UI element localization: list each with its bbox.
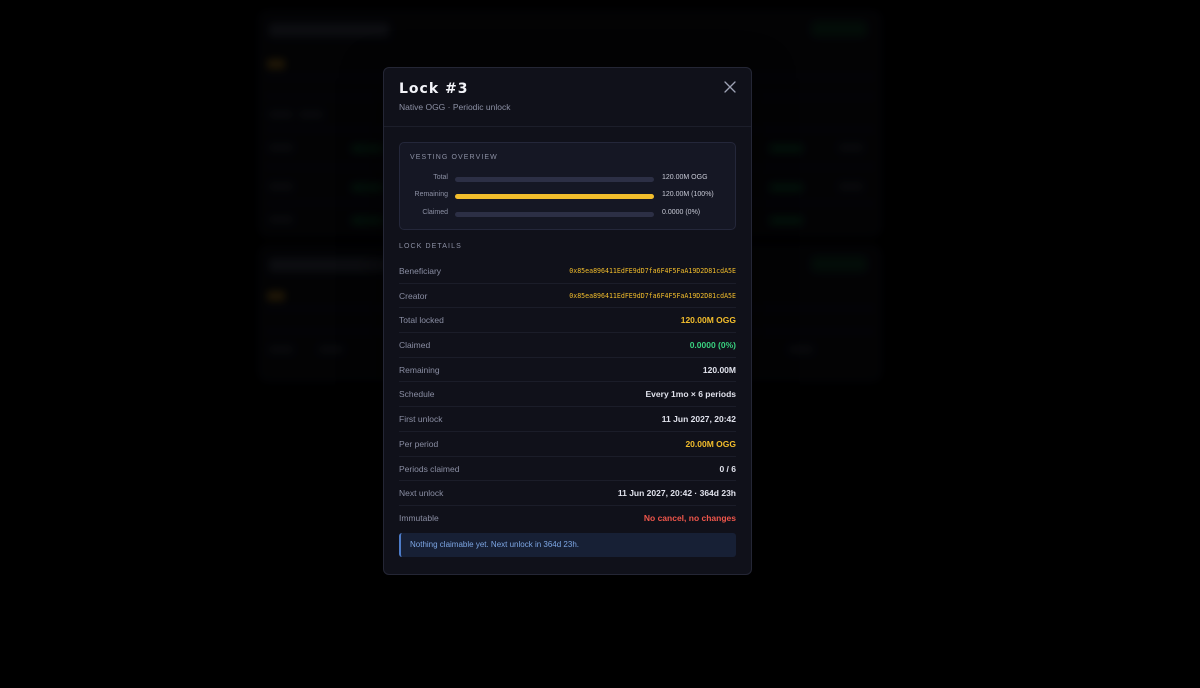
detail-key: Creator xyxy=(399,290,428,301)
overview-row-label: Claimed xyxy=(422,209,448,216)
detail-row: Beneficiary 0x85ea896411EdFE9dD7fa6F4F5Fa… xyxy=(399,259,736,284)
detail-key: Per period xyxy=(399,438,439,449)
detail-key: Total locked xyxy=(399,315,444,326)
vesting-overview: VESTING OVERVIEW Total 120.00M OGG Remai… xyxy=(399,142,736,230)
detail-value: 11 Jun 2027, 20:42 xyxy=(661,414,736,425)
detail-value: No cancel, no changes xyxy=(643,512,736,523)
vesting-overview-label: VESTING OVERVIEW xyxy=(410,154,498,161)
detail-value: 120.00M xyxy=(702,364,736,375)
info-notice: Nothing claimable yet. Next unlock in 36… xyxy=(399,533,736,557)
detail-key: Schedule xyxy=(399,389,435,400)
detail-key: Periods claimed xyxy=(399,463,460,474)
detail-value: Every 1mo × 6 periods xyxy=(645,389,736,400)
detail-row: Immutable No cancel, no changes xyxy=(399,506,736,530)
lock-details-label: LOCK DETAILS xyxy=(399,243,462,250)
detail-row: Total locked 120.00M OGG xyxy=(399,308,736,334)
detail-row: Creator 0x85ea896411EdFE9dD7fa6F4F5FaA19D… xyxy=(399,284,736,309)
overview-row-value: 120.00M OGG xyxy=(662,174,708,181)
detail-key: Remaining xyxy=(399,364,440,375)
modal-subtitle: Native OGG · Periodic unlock xyxy=(399,102,511,112)
detail-key: Claimed xyxy=(399,340,431,351)
lock-details-modal: Lock #3 Native OGG · Periodic unlock VES… xyxy=(383,67,752,575)
overview-row-remaining: Remaining 120.00M (100%) xyxy=(400,189,735,203)
detail-value: 0x85ea896411EdFE9dD7fa6F4F5FaA19D2D81cdA… xyxy=(569,267,736,275)
detail-value: 0.0000 (0%) xyxy=(689,340,736,351)
detail-key: Next unlock xyxy=(399,488,444,499)
detail-value: 120.00M OGG xyxy=(680,315,736,326)
overview-row-claimed: Claimed 0.0000 (0%) xyxy=(400,207,735,221)
close-icon[interactable] xyxy=(723,80,737,94)
modal-header: Lock #3 Native OGG · Periodic unlock xyxy=(384,68,751,127)
detail-row: Next unlock 11 Jun 2027, 20:42 · 364d 23h xyxy=(399,481,736,506)
lock-details-list: Beneficiary 0x85ea896411EdFE9dD7fa6F4F5Fa… xyxy=(399,259,736,530)
detail-row: Claimed 0.0000 (0%) xyxy=(399,333,736,358)
detail-value: 11 Jun 2027, 20:42 · 364d 23h xyxy=(617,488,736,499)
detail-row: Periods claimed 0 / 6 xyxy=(399,457,736,482)
detail-value: 0 / 6 xyxy=(719,463,736,474)
detail-row: Remaining 120.00M xyxy=(399,358,736,383)
overview-row-value: 120.00M (100%) xyxy=(662,191,714,198)
overview-row-label: Total xyxy=(433,174,448,181)
progress-bar-total xyxy=(455,177,654,182)
info-notice-text: Nothing claimable yet. Next unlock in 36… xyxy=(410,540,579,549)
detail-key: Immutable xyxy=(399,512,439,523)
progress-bar-claimed xyxy=(455,212,654,217)
overview-row-total: Total 120.00M OGG xyxy=(400,172,735,186)
detail-value: 20.00M OGG xyxy=(685,438,736,449)
detail-row: Schedule Every 1mo × 6 periods xyxy=(399,382,736,408)
detail-key: First unlock xyxy=(399,414,443,425)
overview-row-label: Remaining xyxy=(414,191,448,198)
detail-row: Per period 20.00M OGG xyxy=(399,432,736,457)
detail-value: 0x85ea896411EdFE9dD7fa6F4F5FaA19D2D81cdA… xyxy=(569,291,736,300)
detail-row: First unlock 11 Jun 2027, 20:42 xyxy=(399,407,736,432)
progress-fill xyxy=(455,194,654,199)
overview-row-value: 0.0000 (0%) xyxy=(662,209,701,216)
modal-title: Lock #3 xyxy=(399,81,469,97)
progress-bar-remaining xyxy=(455,194,654,199)
detail-key: Beneficiary xyxy=(399,266,442,276)
